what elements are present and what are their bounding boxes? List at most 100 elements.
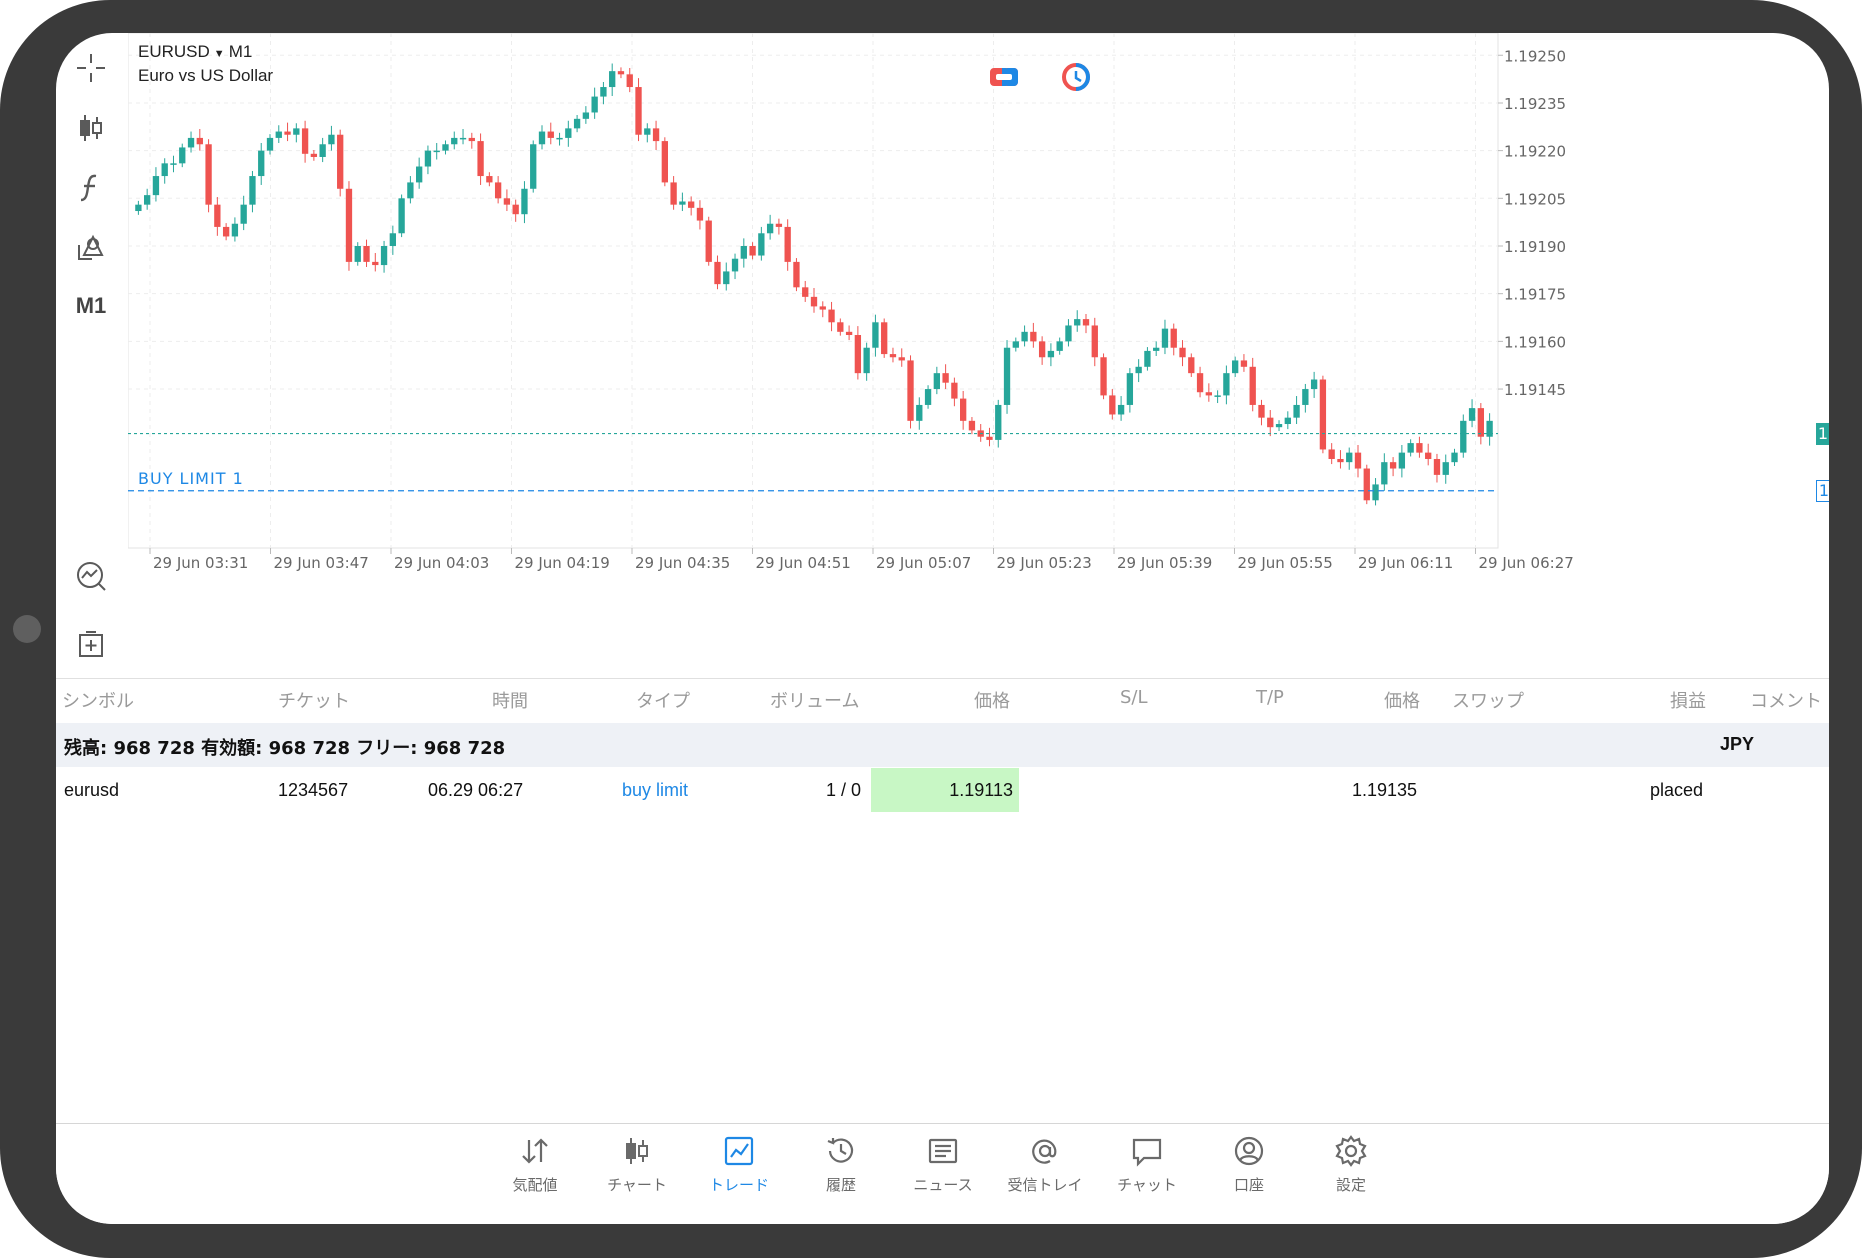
y-tick-label: 1.19235 xyxy=(1504,95,1566,113)
candle-body xyxy=(512,204,519,215)
candlestick-chart[interactable]: 1.19250 1.19235 1.19220 1.19205 1.19190 1.191… xyxy=(128,33,1829,678)
candle-body xyxy=(1179,347,1186,358)
candle-body xyxy=(1223,373,1230,396)
plot-frame xyxy=(128,33,1499,549)
candle-body xyxy=(1328,449,1335,459)
candle-body xyxy=(1117,404,1125,415)
candle-body xyxy=(872,322,879,348)
nav-inbox[interactable]: 受信トレイ xyxy=(995,1134,1095,1214)
candle-body xyxy=(345,188,353,262)
indicators-icon[interactable] xyxy=(68,165,114,211)
candle-body xyxy=(617,71,625,75)
candle-body xyxy=(714,261,721,285)
col-price[interactable]: 価格 xyxy=(974,687,1010,713)
candle-body xyxy=(1161,328,1169,348)
col-comment[interactable]: コメント xyxy=(1750,687,1822,713)
buy-limit-line-label[interactable]: BUY LIMIT 1 xyxy=(138,469,244,488)
chart-description: Euro vs US Dollar xyxy=(138,66,274,85)
candle-body xyxy=(284,131,291,135)
account-currency: JPY xyxy=(1720,734,1755,754)
balance-row[interactable]: 残高: 968 728 有効額: 968 728 フリー: 968 728 JP… xyxy=(56,723,1829,767)
order-current-price: 1.19135 xyxy=(1352,780,1418,800)
candle-body xyxy=(688,201,695,208)
candle-body xyxy=(986,436,993,440)
candle-body xyxy=(924,389,932,405)
nav-settings[interactable]: 設定 xyxy=(1301,1134,1401,1214)
col-current-price[interactable]: 価格 xyxy=(1384,687,1420,713)
price-chart[interactable]: 1.19250 1.19235 1.19220 1.19205 1.19190 1.191… xyxy=(128,33,1829,678)
candle-body xyxy=(1363,468,1370,501)
candle-body xyxy=(1346,452,1353,463)
x-tick-label: 29 Jun 05:07 xyxy=(876,554,971,572)
candle-body xyxy=(1442,462,1449,475)
nav-account[interactable]: 口座 xyxy=(1199,1134,1299,1214)
chart-type-candles-icon[interactable] xyxy=(68,105,114,151)
col-swap[interactable]: スワップ xyxy=(1452,687,1524,713)
x-tick-label: 29 Jun 04:03 xyxy=(394,554,489,572)
candle-body xyxy=(1003,347,1011,405)
candle-body xyxy=(573,118,581,129)
candle-body xyxy=(152,176,160,196)
candle-body xyxy=(898,357,905,361)
candle-body xyxy=(845,331,853,336)
one-click-trading-icon[interactable] xyxy=(988,61,1020,93)
nav-chart[interactable]: チャート xyxy=(587,1134,687,1214)
x-tick-label: 29 Jun 06:11 xyxy=(1358,554,1453,572)
order-type: buy limit xyxy=(622,780,689,800)
col-volume[interactable]: ボリューム xyxy=(770,687,859,713)
nav-chat[interactable]: チャット xyxy=(1097,1134,1197,1214)
candle-body xyxy=(293,128,300,135)
candle-body xyxy=(696,207,704,221)
buy-limit-price-tag[interactable]: 1.19113 xyxy=(1816,479,1829,502)
trade-signal-icon[interactable] xyxy=(1060,61,1092,93)
candle-body xyxy=(1319,379,1327,450)
order-volume: 1 / 0 xyxy=(826,780,862,800)
nav-trade[interactable]: トレード xyxy=(689,1134,789,1214)
new-order-icon[interactable] xyxy=(68,621,114,667)
candle-body xyxy=(1126,373,1134,405)
candle-body xyxy=(1240,360,1248,367)
col-time[interactable]: 時間 xyxy=(492,687,528,713)
nav-quotes[interactable]: 気配値 xyxy=(485,1134,585,1214)
candle-body xyxy=(1188,357,1195,374)
col-profit[interactable]: 損益 xyxy=(1670,687,1706,713)
signal-icons xyxy=(988,61,1092,93)
candle-body xyxy=(1030,331,1037,342)
balance-summary: 残高: 968 728 有効額: 968 728 フリー: 968 728 xyxy=(64,738,506,759)
candle-body xyxy=(363,245,370,262)
bottom-navigation: 気配値 チャート トレード 履歴 ニュース 受信トレイ チャット 口座 設定 xyxy=(56,1123,1829,1224)
candle-body xyxy=(951,382,958,399)
nav-history[interactable]: 履歴 xyxy=(791,1134,891,1214)
candle-body xyxy=(758,233,765,256)
timeframe-button[interactable]: M1 xyxy=(68,283,114,329)
crosshair-icon[interactable] xyxy=(68,45,114,91)
candle-body xyxy=(960,398,967,421)
col-symbol[interactable]: シンボル xyxy=(62,687,134,713)
col-type[interactable]: タイプ xyxy=(636,687,690,713)
col-sl[interactable]: S/L xyxy=(1120,687,1148,708)
signals-icon[interactable] xyxy=(68,553,114,599)
home-button[interactable] xyxy=(13,615,41,643)
table-row[interactable]: eurusd 1234567 06.29 06:27 buy limit 1 /… xyxy=(56,768,1829,812)
candle-body xyxy=(784,226,791,262)
symbol-dropdown-icon[interactable]: ▼ xyxy=(214,48,225,60)
quotes-arrows-icon xyxy=(522,1138,548,1164)
candle-body xyxy=(828,309,835,323)
objects-icon[interactable] xyxy=(68,225,114,271)
candle-body xyxy=(1468,408,1476,421)
candle-body xyxy=(1196,373,1204,393)
col-tp[interactable]: T/P xyxy=(1256,687,1284,708)
candle-body xyxy=(881,322,888,355)
at-sign-icon xyxy=(1032,1139,1057,1164)
chart-symbol[interactable]: EURUSD xyxy=(138,42,210,61)
candle-body xyxy=(670,182,677,205)
candle-body xyxy=(240,204,247,224)
col-ticket[interactable]: チケット xyxy=(278,687,350,713)
x-tick-label: 29 Jun 04:51 xyxy=(756,554,851,572)
candle-body xyxy=(740,245,747,259)
candle-body xyxy=(582,112,590,119)
candle-body xyxy=(775,223,783,227)
nav-news[interactable]: ニュース xyxy=(893,1134,993,1214)
candle-body xyxy=(556,137,563,140)
order-time: 06.29 06:27 xyxy=(428,780,524,800)
